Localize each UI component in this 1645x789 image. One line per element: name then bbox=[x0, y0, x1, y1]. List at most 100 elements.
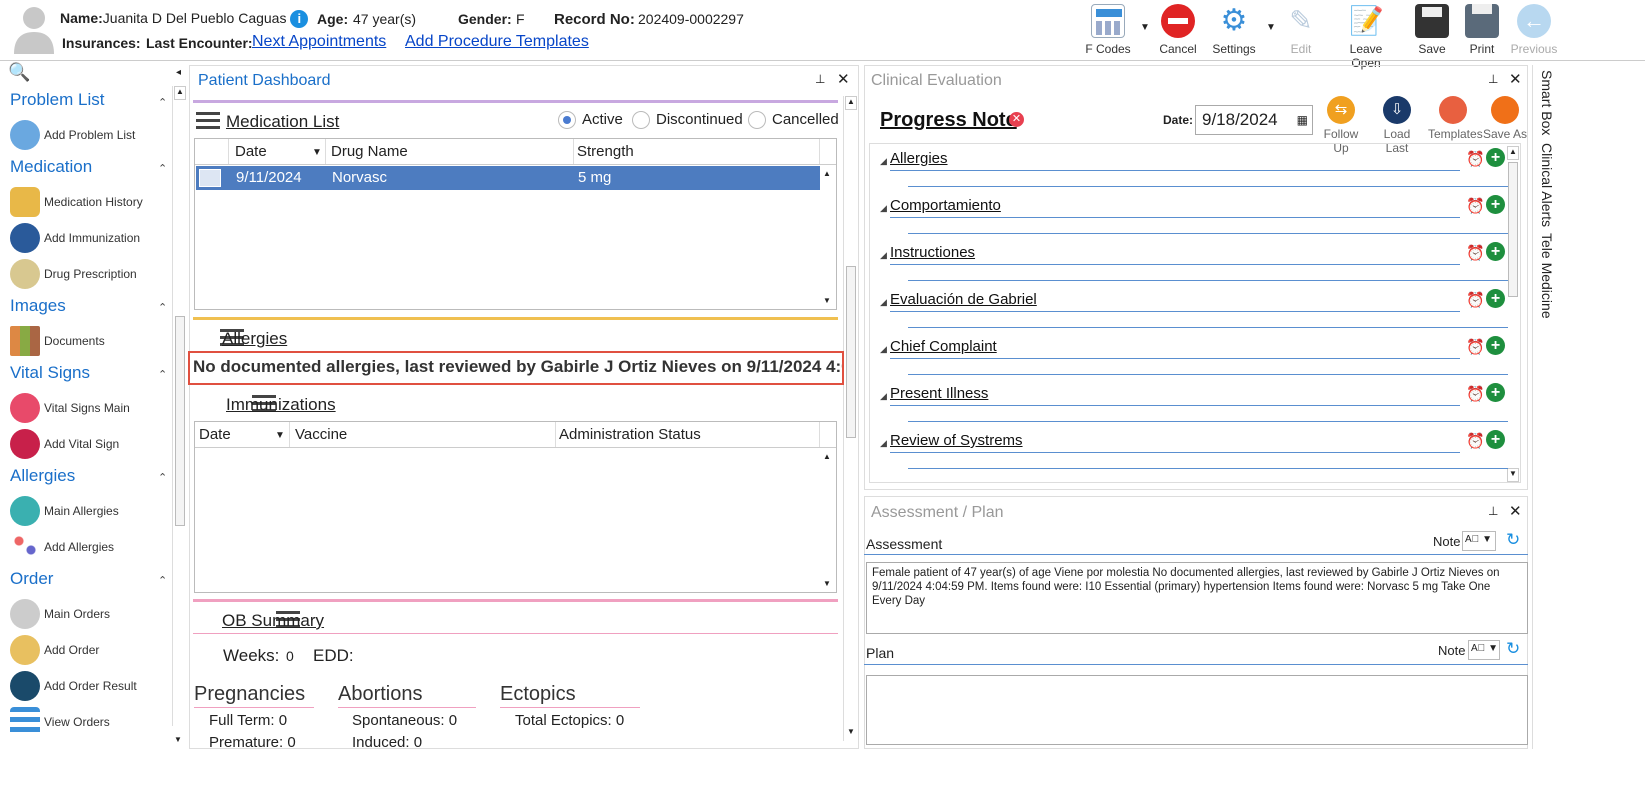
collapse-triangle-icon[interactable]: ◢ bbox=[880, 203, 887, 214]
next-appointments-link[interactable]: Next Appointments bbox=[252, 33, 386, 51]
col-date[interactable]: Date bbox=[199, 426, 231, 443]
add-plus-icon[interactable]: + bbox=[1486, 336, 1505, 355]
assessment-note-dropdown[interactable]: A⃞ ▼ bbox=[1462, 531, 1496, 551]
sort-dropdown-icon[interactable]: ▼ bbox=[312, 147, 322, 158]
row-selector[interactable] bbox=[199, 169, 221, 187]
add-plus-icon[interactable]: + bbox=[1486, 242, 1505, 261]
grid-scroll-up-icon[interactable]: ▲ bbox=[823, 452, 831, 461]
refresh-icon[interactable]: ↻ bbox=[1506, 530, 1520, 550]
sidebar-item-medication-history[interactable]: Medication History bbox=[10, 187, 143, 217]
templates-button[interactable]: Templates bbox=[1428, 96, 1483, 141]
fcodes-button[interactable]: F Codes bbox=[1085, 4, 1131, 56]
col-strength[interactable]: Strength bbox=[577, 143, 634, 160]
sidebar-section-vital-signs[interactable]: Vital Signs bbox=[10, 363, 90, 383]
note-section[interactable]: ◢ Review of Systrems ⏰ + bbox=[880, 430, 1520, 476]
note-section[interactable]: ◢ Comportamiento ⏰ + bbox=[880, 195, 1520, 241]
sort-dropdown-icon[interactable]: ▼ bbox=[275, 430, 285, 441]
add-plus-icon[interactable]: + bbox=[1486, 383, 1505, 402]
sidebar-item-add-allergies[interactable]: Add Allergies bbox=[10, 532, 114, 562]
edit-button[interactable]: ✎ Edit bbox=[1284, 4, 1318, 56]
pin-icon[interactable]: ⊥ bbox=[815, 72, 825, 86]
add-plus-icon[interactable]: + bbox=[1486, 148, 1505, 167]
grid-scroll-down-icon[interactable]: ▼ bbox=[823, 296, 831, 305]
tab-tele-medicine[interactable]: Tele Medicine bbox=[1539, 233, 1555, 319]
note-section[interactable]: ◢ Allergies ⏰ + bbox=[880, 148, 1520, 194]
dashboard-scrollbar[interactable]: ▲ ▼ bbox=[843, 96, 857, 741]
plan-textarea[interactable] bbox=[866, 675, 1528, 745]
col-vaccine[interactable]: Vaccine bbox=[295, 426, 347, 443]
add-plus-icon[interactable]: + bbox=[1486, 289, 1505, 308]
col-date[interactable]: Date bbox=[235, 143, 267, 160]
alarm-clock-icon[interactable]: ⏰ bbox=[1466, 432, 1485, 450]
sidebar-item-view-orders[interactable]: View Orders bbox=[10, 707, 110, 737]
note-section[interactable]: ◢ Present Illness ⏰ + bbox=[880, 383, 1520, 429]
col-drug-name[interactable]: Drug Name bbox=[331, 143, 408, 160]
alarm-clock-icon[interactable]: ⏰ bbox=[1466, 197, 1485, 215]
note-section-label[interactable]: Allergies bbox=[890, 150, 948, 167]
cancel-button[interactable]: Cancel bbox=[1158, 4, 1198, 56]
close-icon[interactable]: ✕ bbox=[1509, 502, 1522, 520]
sidebar-item-main-orders[interactable]: Main Orders bbox=[10, 599, 110, 629]
collapse-sidebar-icon[interactable]: ◂ bbox=[176, 67, 181, 78]
note-section-label[interactable]: Comportamiento bbox=[890, 197, 1001, 214]
col-administration-status[interactable]: Administration Status bbox=[559, 426, 701, 443]
sidebar-item-add-vital-sign[interactable]: Add Vital Sign bbox=[10, 429, 119, 459]
close-icon[interactable]: ✕ bbox=[837, 70, 850, 88]
alarm-clock-icon[interactable]: ⏰ bbox=[1466, 291, 1485, 309]
sidebar-section-problem-list[interactable]: Problem List bbox=[10, 90, 104, 110]
alarm-clock-icon[interactable]: ⏰ bbox=[1466, 244, 1485, 262]
sidebar-item-add-problem-list[interactable]: Add Problem List bbox=[10, 120, 135, 150]
collapse-triangle-icon[interactable]: ◢ bbox=[880, 250, 887, 261]
sidebar-section-images[interactable]: Images bbox=[10, 296, 66, 316]
note-section[interactable]: ◢ Evaluación de Gabriel ⏰ + bbox=[880, 289, 1520, 335]
sidebar-item-add-order-result[interactable]: Add Order Result bbox=[10, 671, 137, 701]
search-icon[interactable]: 🔍 bbox=[8, 62, 30, 83]
collapse-triangle-icon[interactable]: ◢ bbox=[880, 344, 887, 355]
add-procedure-templates-link[interactable]: Add Procedure Templates bbox=[405, 33, 589, 51]
radio-discontinued[interactable]: Discontinued bbox=[632, 111, 743, 130]
settings-dropdown-icon[interactable]: ▼ bbox=[1266, 22, 1276, 33]
grid-scroll-up-icon[interactable]: ▲ bbox=[823, 169, 831, 178]
close-icon[interactable]: ✕ bbox=[1509, 70, 1522, 88]
sidebar-scroll-down-icon[interactable]: ▼ bbox=[174, 735, 182, 744]
refresh-icon[interactable]: ↻ bbox=[1506, 639, 1520, 659]
radio-cancelled[interactable]: Cancelled bbox=[748, 111, 839, 130]
chevron-up-icon[interactable]: ⌃ bbox=[158, 301, 167, 314]
medication-menu-icon[interactable] bbox=[196, 112, 220, 130]
chevron-up-icon[interactable]: ⌃ bbox=[158, 368, 167, 381]
add-plus-icon[interactable]: + bbox=[1486, 430, 1505, 449]
grid-scroll-down-icon[interactable]: ▼ bbox=[823, 579, 831, 588]
note-section-label[interactable]: Review of Systrems bbox=[890, 432, 1023, 449]
save-as-button[interactable]: Save As bbox=[1482, 96, 1528, 141]
note-section-label[interactable]: Instructiones bbox=[890, 244, 975, 261]
chevron-up-icon[interactable]: ⌃ bbox=[158, 574, 167, 587]
save-button[interactable]: Save bbox=[1414, 4, 1450, 56]
sidebar-section-allergies[interactable]: Allergies bbox=[10, 466, 75, 486]
sidebar-item-documents[interactable]: Documents bbox=[10, 326, 105, 356]
chevron-up-icon[interactable]: ⌃ bbox=[158, 96, 167, 109]
date-field[interactable]: 9/18/2024 ▦ bbox=[1195, 105, 1313, 135]
plan-note-dropdown[interactable]: A⃞ ▼ bbox=[1468, 640, 1500, 660]
assessment-textarea[interactable]: Female patient of 47 year(s) of age Vien… bbox=[866, 562, 1528, 634]
alarm-clock-icon[interactable]: ⏰ bbox=[1466, 150, 1485, 168]
info-icon[interactable]: i bbox=[290, 10, 309, 29]
fcodes-dropdown-icon[interactable]: ▼ bbox=[1140, 22, 1150, 33]
sidebar-section-medication[interactable]: Medication bbox=[10, 157, 92, 177]
note-section-label[interactable]: Present Illness bbox=[890, 385, 988, 402]
sidebar-item-add-order[interactable]: Add Order bbox=[10, 635, 99, 665]
alarm-clock-icon[interactable]: ⏰ bbox=[1466, 385, 1485, 403]
note-section[interactable]: ◢ Chief Complaint ⏰ + bbox=[880, 336, 1520, 382]
sidebar-item-add-immunization[interactable]: Add Immunization bbox=[10, 223, 140, 253]
chevron-up-icon[interactable]: ⌃ bbox=[158, 162, 167, 175]
chevron-up-icon[interactable]: ⌃ bbox=[158, 471, 167, 484]
pin-icon[interactable]: ⊥ bbox=[1488, 72, 1498, 86]
pin-icon[interactable]: ⊥ bbox=[1488, 504, 1498, 518]
collapse-triangle-icon[interactable]: ◢ bbox=[880, 438, 887, 449]
sidebar-scrollbar[interactable]: ▲ bbox=[172, 86, 186, 726]
note-section-label[interactable]: Evaluación de Gabriel bbox=[890, 291, 1037, 308]
sidebar-item-drug-prescription[interactable]: Drug Prescription bbox=[10, 259, 137, 289]
note-section[interactable]: ◢ Instructiones ⏰ + bbox=[880, 242, 1520, 288]
alarm-clock-icon[interactable]: ⏰ bbox=[1466, 338, 1485, 356]
sidebar-item-main-allergies[interactable]: Main Allergies bbox=[10, 496, 119, 526]
sidebar-section-order[interactable]: Order bbox=[10, 569, 53, 589]
